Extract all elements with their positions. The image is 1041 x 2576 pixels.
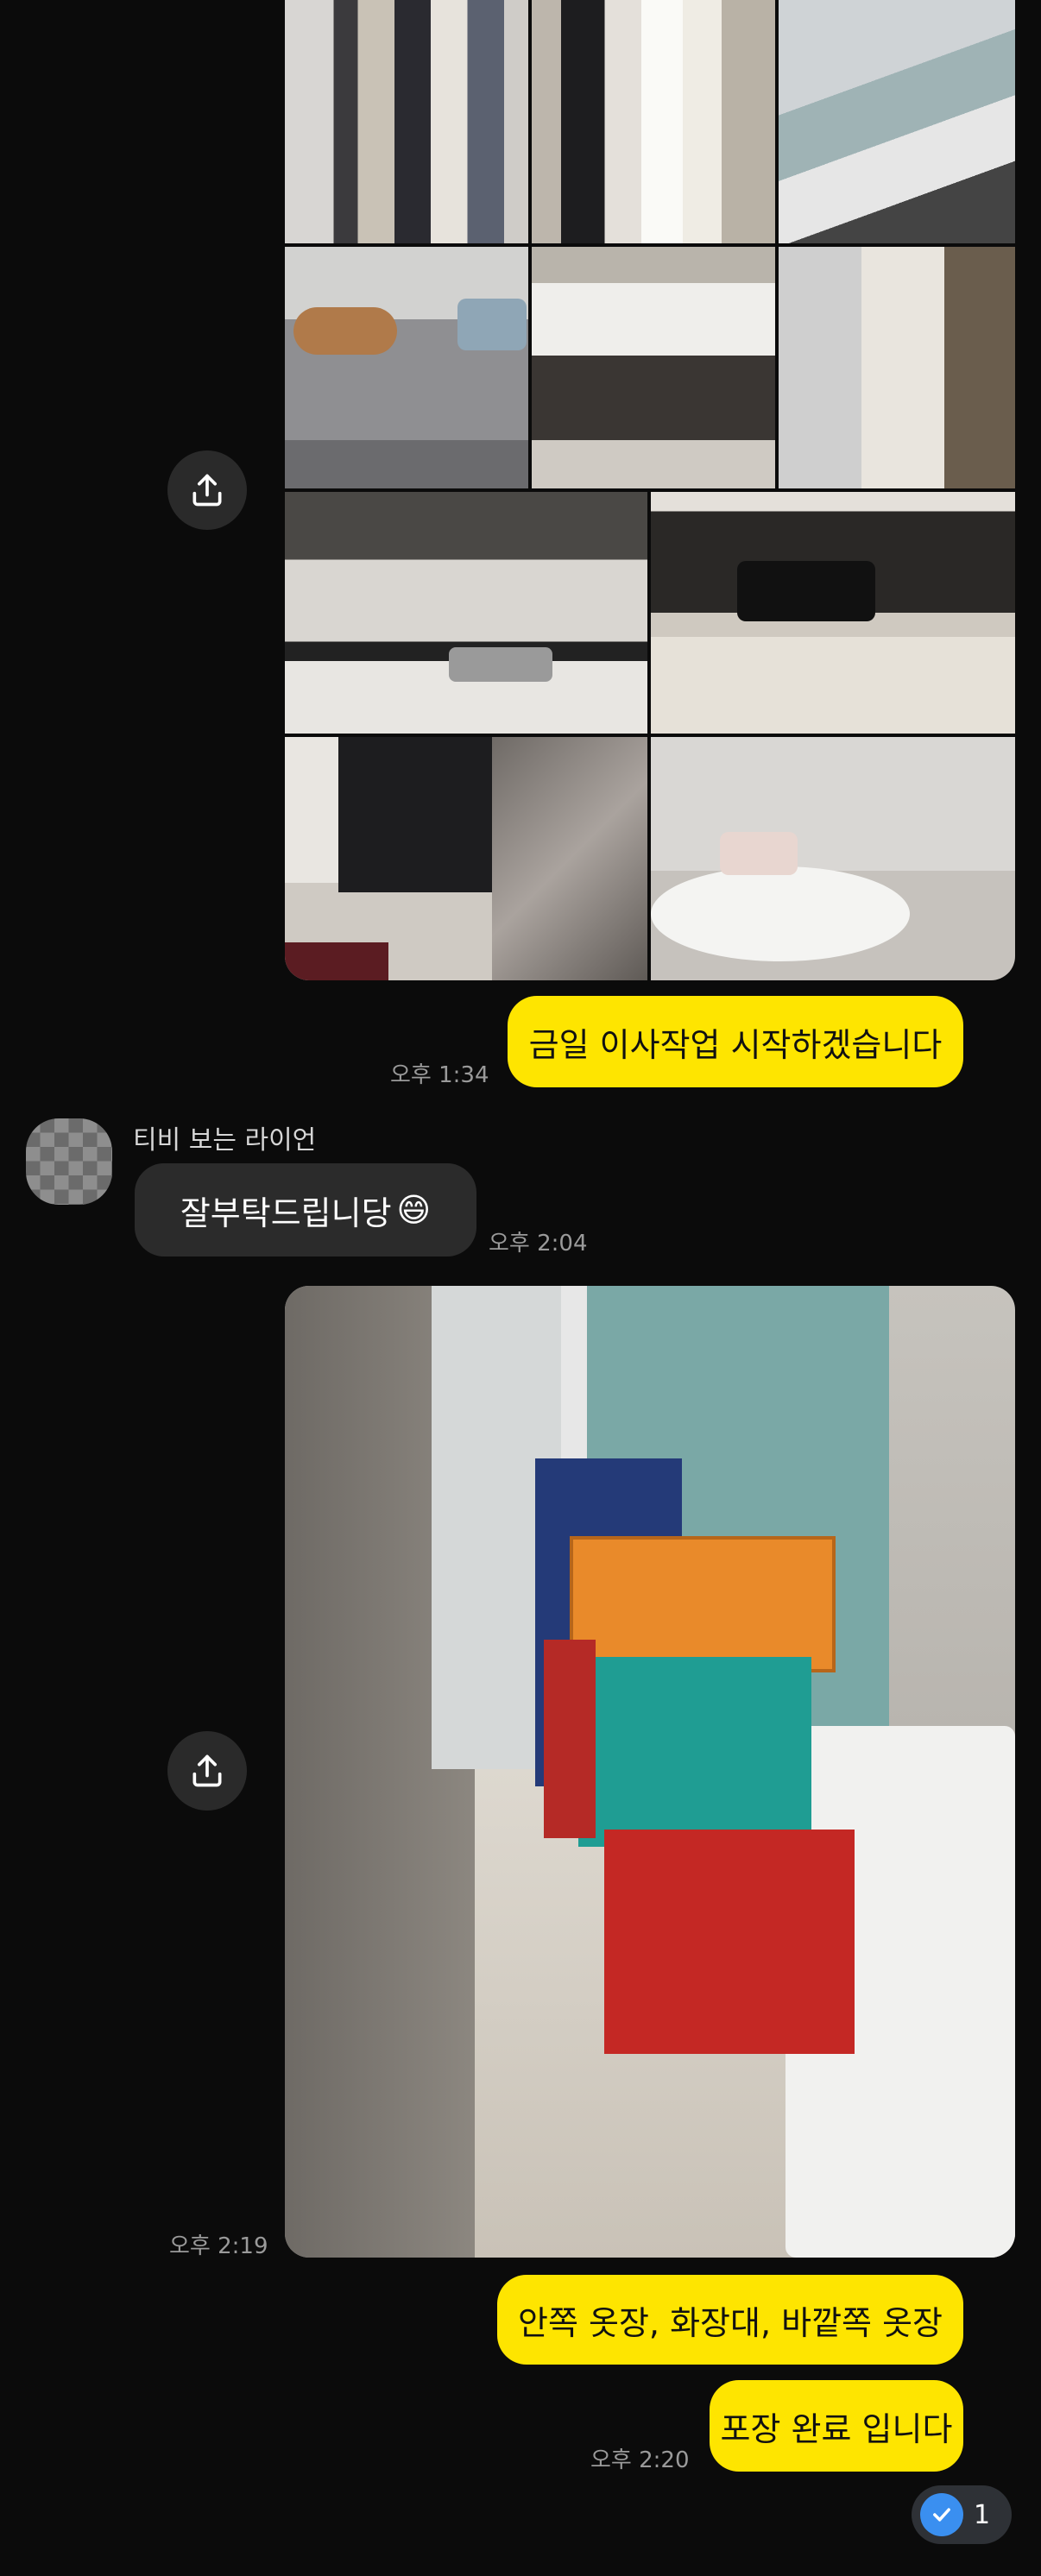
sender-name: 티비 보는 라이언 — [133, 1125, 317, 1156]
photo-kitchen[interactable] — [285, 492, 647, 734]
their-message-bubble[interactable]: 잘부탁드립니당 😄 — [135, 1163, 476, 1257]
message-text: 잘부탁드립니당 — [180, 1194, 392, 1232]
share-icon — [192, 1754, 222, 1787]
share-button[interactable] — [167, 1731, 247, 1811]
photo-bed[interactable] — [285, 247, 528, 488]
share-button[interactable] — [167, 450, 247, 530]
photo-table[interactable] — [651, 737, 1015, 980]
photo-coats[interactable] — [532, 0, 775, 243]
my-message-bubble[interactable]: 안쪽 옷장, 화장대, 바깥쪽 옷장 — [497, 2275, 963, 2365]
message-text: 안쪽 옷장, 화장대, 바깥쪽 옷장 — [518, 2303, 943, 2342]
my-message-bubble[interactable]: 포장 완료 입니다 — [710, 2380, 963, 2472]
message-time: 오후 1:34 — [390, 1062, 489, 1088]
photo-piano[interactable] — [779, 0, 1015, 243]
message-text: 포장 완료 입니다 — [720, 2409, 953, 2448]
photo-grid[interactable] — [285, 0, 1015, 980]
photo-shelf[interactable] — [779, 247, 1015, 488]
my-message-bubble[interactable]: 금일 이사작업 시작하겠습니다 — [508, 996, 963, 1087]
share-icon — [192, 474, 222, 507]
message-time: 오후 2:20 — [590, 2447, 690, 2473]
photo-cabinet[interactable] — [532, 247, 775, 488]
photo-moving-boxes[interactable] — [285, 1286, 1015, 2258]
message-time: 오후 2:19 — [169, 2233, 268, 2259]
read-receipt-badge[interactable]: 1 — [912, 2485, 1012, 2544]
grinning-emoji-icon: 😄 — [396, 1191, 432, 1229]
message-text: 금일 이사작업 시작하겠습니다 — [528, 1025, 943, 1064]
photo-closet[interactable] — [285, 0, 528, 243]
check-circle-icon — [920, 2493, 963, 2536]
avatar[interactable] — [26, 1118, 112, 1205]
photo-bags[interactable] — [651, 492, 1015, 734]
read-count: 1 — [974, 2499, 991, 2530]
message-time: 오후 2:04 — [489, 1231, 588, 1257]
photo-tv[interactable] — [285, 737, 647, 980]
